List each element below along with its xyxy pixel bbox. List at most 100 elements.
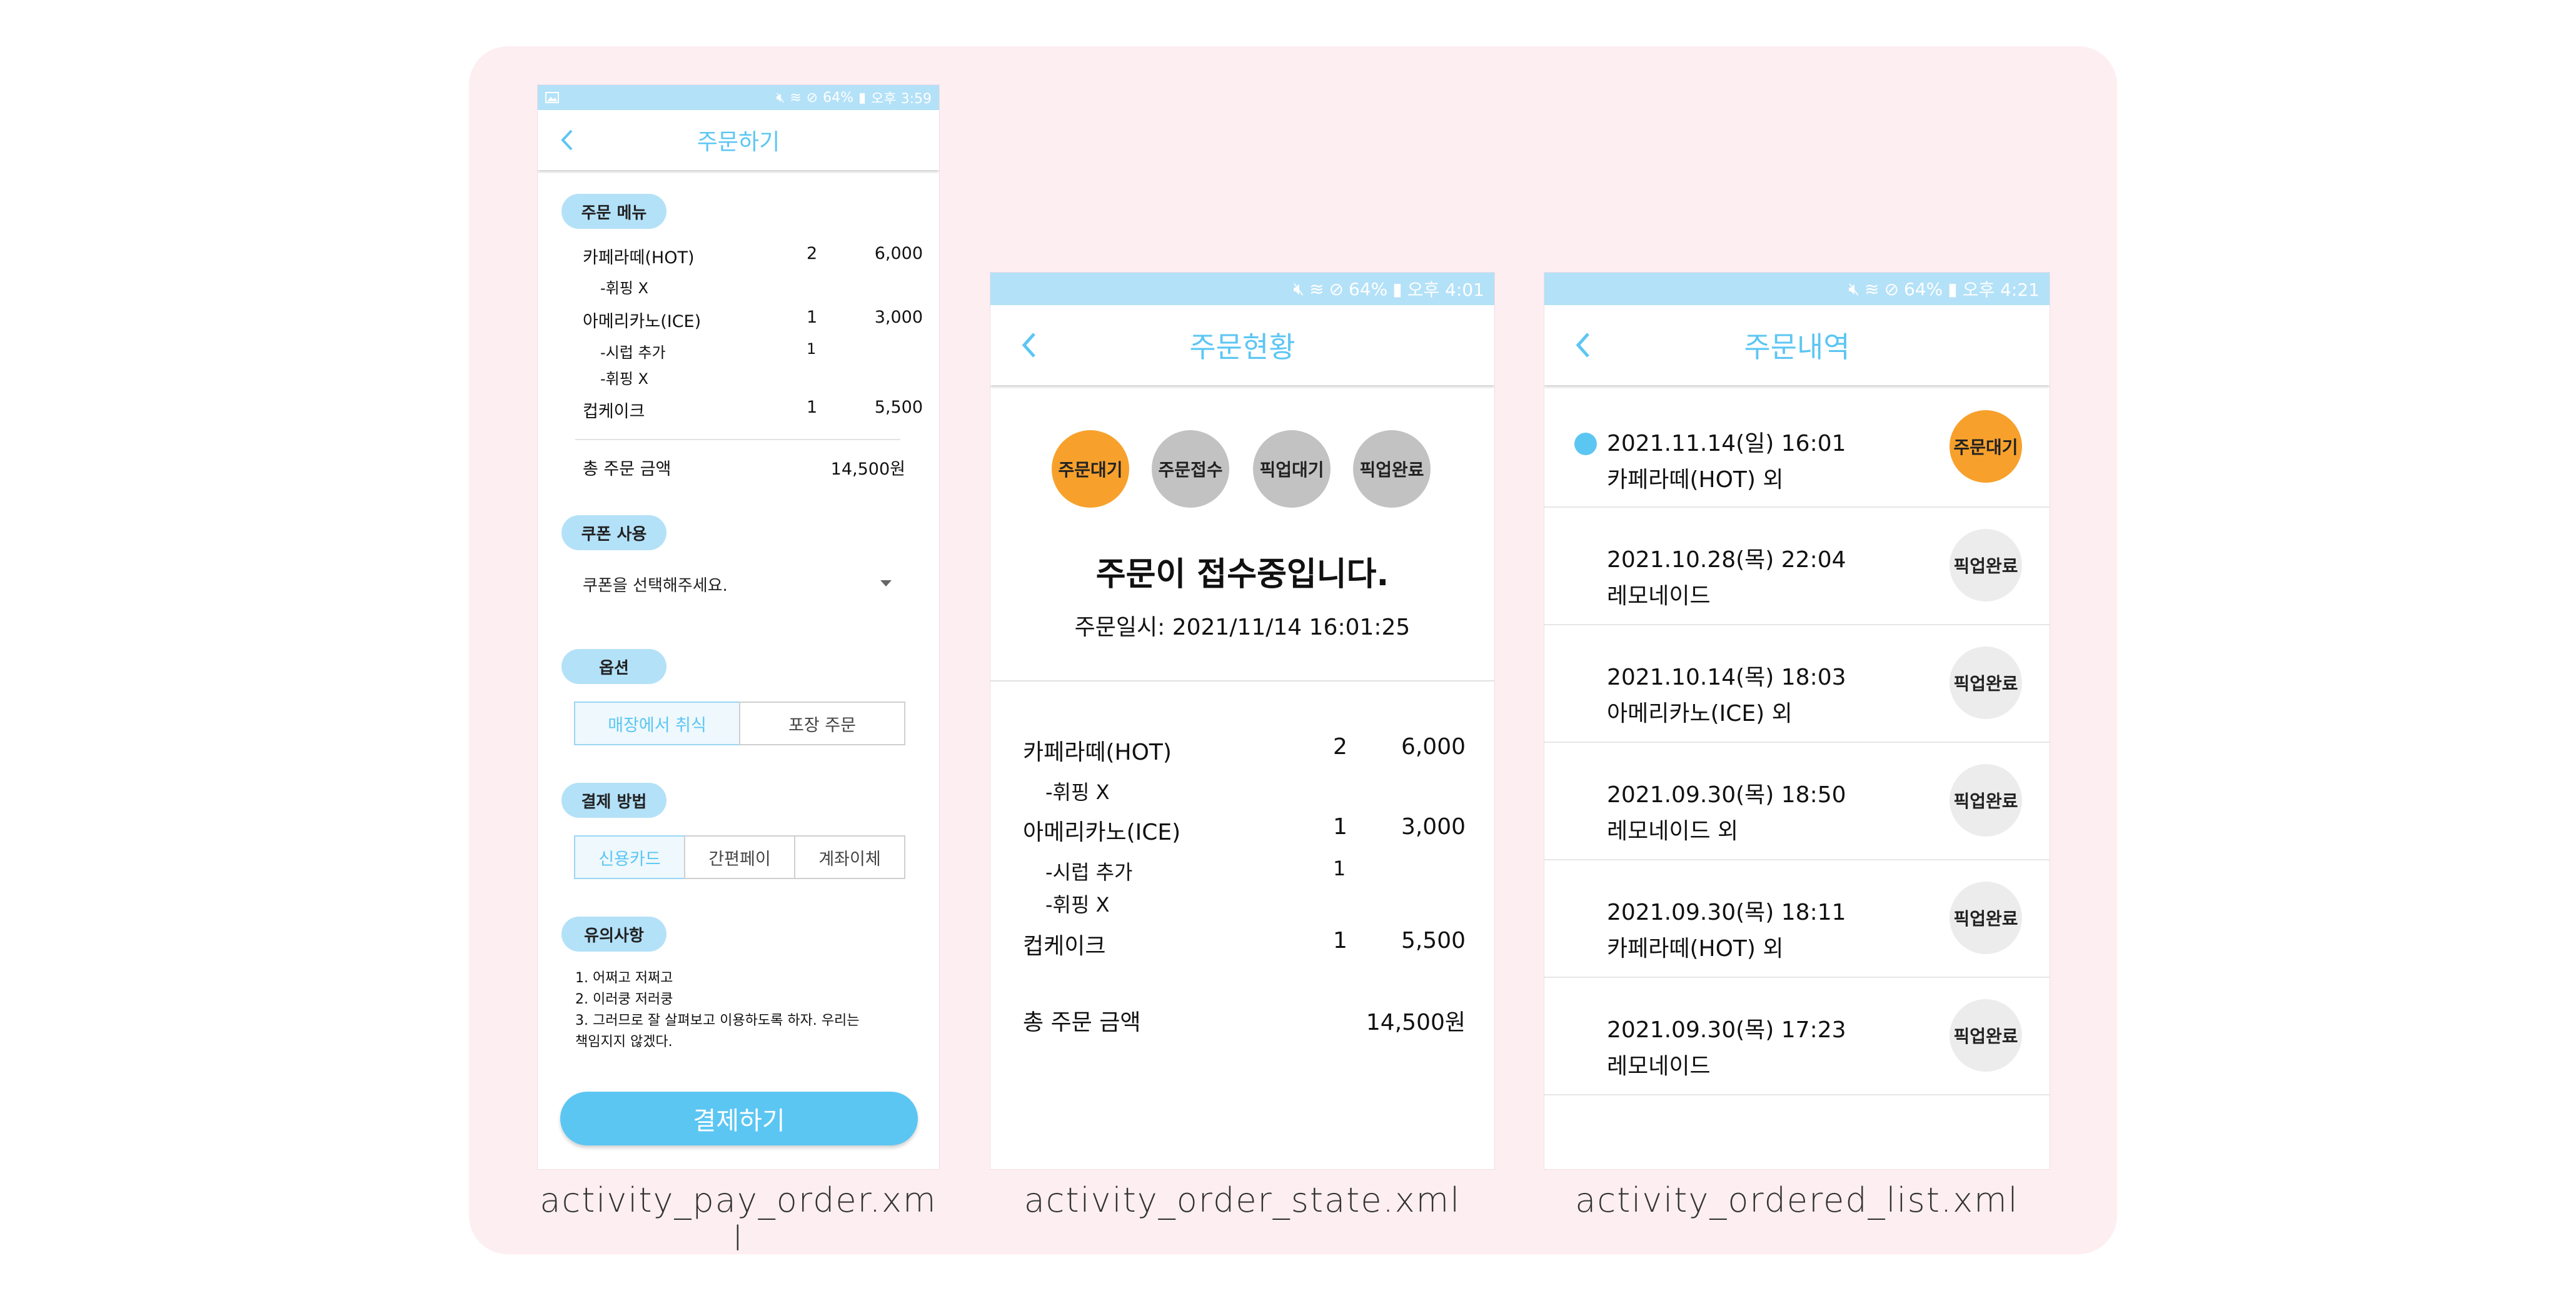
item-price: 5,500 (874, 398, 923, 417)
notice-line: 1. 어쩌고 저쩌고 (575, 970, 673, 986)
step-order-waiting: 주문대기 (1052, 430, 1129, 508)
app-bar: 주문내역 (1544, 305, 2050, 385)
status-bar: 🔇︎ ≋ ⊘ 64% ▮ 오후 3:59 (538, 85, 939, 110)
item-name: 카페라떼(HOT) (583, 248, 695, 268)
total-label: 총 주문 금액 (1023, 1010, 1141, 1035)
notice-line: 3. 그러므로 잘 살펴보고 이용하도록 하자. 우리는 (575, 1013, 860, 1029)
order-row[interactable]: 2021.09.30(목) 18:11 카페라떼(HOT) 외 픽업완료 (1544, 859, 2050, 978)
battery-level: 64% (1349, 278, 1388, 299)
payment-bank-transfer[interactable]: 계좌이체 (794, 835, 905, 879)
divider (575, 439, 900, 440)
order-description: 카페라떼(HOT) 외 (1607, 467, 1784, 493)
total-value: 14,500원 (1366, 1010, 1466, 1035)
item-option: -휘핑 X (600, 279, 648, 297)
item-name: 아메리카노(ICE) (1023, 820, 1181, 845)
battery-level: 64% (1904, 278, 1943, 299)
wifi-icon: ≋ (790, 89, 802, 106)
item-price: 3,000 (1401, 814, 1466, 840)
ordered-list-screen: 🔇︎ ≋ ⊘ 64% ▮ 오후 4:21 주문내역 2021.11.14(일) … (1544, 273, 2050, 1169)
order-row[interactable]: 2021.10.28(목) 22:04 레모네이드 픽업완료 (1544, 506, 2050, 625)
order-time: 주문일시: 2021/11/14 16:01:25 (1074, 615, 1411, 640)
mute-icon: 🔇︎ (1293, 278, 1305, 299)
pay-button[interactable]: 결제하기 (560, 1092, 918, 1145)
divider (990, 680, 1494, 682)
order-status-badge: 픽업완료 (1950, 999, 2022, 1072)
clock: 오후 4:21 (1962, 279, 2040, 300)
item-option-qty: 1 (807, 340, 817, 358)
order-date: 2021.11.14(일) 16:01 (1607, 431, 1846, 456)
payment-easy-pay[interactable]: 간편페이 (684, 835, 795, 879)
status-message: 주문이 접수중입니다. (1095, 556, 1389, 593)
order-date: 2021.10.28(목) 22:04 (1607, 547, 1846, 573)
item-name: 아메리카노(ICE) (583, 312, 702, 331)
unread-dot-icon (1574, 433, 1597, 455)
item-option: -시럽 추가 (600, 344, 666, 361)
caption-pay-order: activity_pay_order.xm (540, 1180, 937, 1220)
app-bar: 주문하기 (538, 110, 939, 170)
no-disturb-icon: ⊘ (1329, 278, 1344, 299)
wifi-icon: ≋ (1309, 278, 1324, 299)
item-qty: 2 (1333, 734, 1347, 760)
order-row[interactable]: 2021.11.14(일) 16:01 카페라떼(HOT) 외 주문대기 (1544, 389, 2050, 508)
section-label-coupon: 쿠폰 사용 (561, 515, 667, 550)
order-description: 아메리카노(ICE) 외 (1607, 701, 1793, 727)
section-label-payment: 결제 방법 (561, 783, 667, 818)
step-pickup-complete: 픽업완료 (1353, 430, 1431, 508)
step-pickup-waiting: 픽업대기 (1253, 430, 1331, 508)
total-label: 총 주문 금액 (583, 460, 672, 479)
total-value: 14,500원 (830, 460, 905, 479)
coupon-dropdown[interactable]: 쿠폰을 선택해주세요. (575, 566, 900, 600)
step-order-accepted: 주문접수 (1152, 430, 1229, 508)
mute-icon: 🔇︎ (1848, 278, 1860, 299)
section-label-option: 옵션 (561, 649, 667, 684)
battery-level: 64% (823, 89, 853, 106)
mute-icon: 🔇︎ (776, 89, 785, 106)
item-qty: 1 (1333, 814, 1347, 840)
item-option-qty: 1 (1333, 857, 1346, 880)
option-takeout[interactable]: 포장 주문 (739, 702, 905, 745)
item-option: -시럽 추가 (1045, 860, 1133, 884)
battery-icon: ▮ (858, 89, 867, 106)
coupon-placeholder: 쿠폰을 선택해주세요. (583, 576, 728, 595)
caption-ordered-list: activity_ordered_list.xml (1575, 1180, 2019, 1220)
option-dine-in[interactable]: 매장에서 취식 (574, 702, 740, 745)
clock: 오후 3:59 (871, 91, 932, 107)
caption-pay-order-wrap: l (733, 1219, 744, 1259)
item-name: 컵케이크 (1023, 933, 1106, 959)
item-qty: 1 (807, 398, 818, 417)
status-bar: 🔇︎ ≋ ⊘ 64% ▮ 오후 4:01 (990, 273, 1494, 305)
notice-line: 2. 이러쿵 저러쿵 (575, 992, 673, 1007)
order-date: 2021.09.30(목) 17:23 (1607, 1017, 1846, 1043)
payment-credit-card[interactable]: 신용카드 (574, 835, 685, 879)
section-label-notice: 유의사항 (561, 917, 667, 952)
order-description: 레모네이드 외 (1607, 818, 1739, 844)
order-row[interactable]: 2021.09.30(목) 18:50 레모네이드 외 픽업완료 (1544, 742, 2050, 860)
order-status-badge: 픽업완료 (1950, 646, 2022, 719)
item-option: -휘핑 X (600, 370, 648, 388)
order-status-badge: 주문대기 (1950, 410, 2022, 483)
caption-order-state: activity_order_state.xml (1024, 1180, 1461, 1220)
item-price: 6,000 (1401, 734, 1466, 760)
notice-line: 책임지지 않겠다. (575, 1034, 673, 1050)
no-disturb-icon: ⊘ (806, 89, 818, 106)
wifi-icon: ≋ (1864, 278, 1879, 299)
item-qty: 1 (807, 308, 818, 327)
item-option: -휘핑 X (1045, 780, 1110, 804)
order-status-badge: 픽업완료 (1950, 529, 2022, 601)
item-price: 5,500 (1401, 928, 1466, 953)
item-name: 카페라떼(HOT) (1023, 740, 1172, 765)
battery-charging-icon: ▮ (1948, 278, 1958, 299)
item-qty: 1 (1333, 928, 1347, 953)
page-title: 주문하기 (697, 129, 780, 155)
item-name: 컵케이크 (583, 402, 645, 421)
app-bar: 주문현황 (990, 305, 1494, 385)
item-price: 6,000 (874, 244, 923, 263)
item-qty: 2 (807, 244, 818, 263)
order-date: 2021.10.14(목) 18:03 (1607, 665, 1846, 690)
order-description: 레모네이드 (1607, 1054, 1711, 1079)
order-row[interactable]: 2021.09.30(목) 17:23 레모네이드 픽업완료 (1544, 977, 2050, 1095)
order-status-badge: 픽업완료 (1950, 764, 2022, 837)
order-row[interactable]: 2021.10.14(목) 18:03 아메리카노(ICE) 외 픽업완료 (1544, 624, 2050, 743)
order-state-screen: 🔇︎ ≋ ⊘ 64% ▮ 오후 4:01 주문현황 주문대기 주문접수 픽업대기… (990, 273, 1494, 1169)
dropdown-arrow-icon (880, 580, 892, 586)
